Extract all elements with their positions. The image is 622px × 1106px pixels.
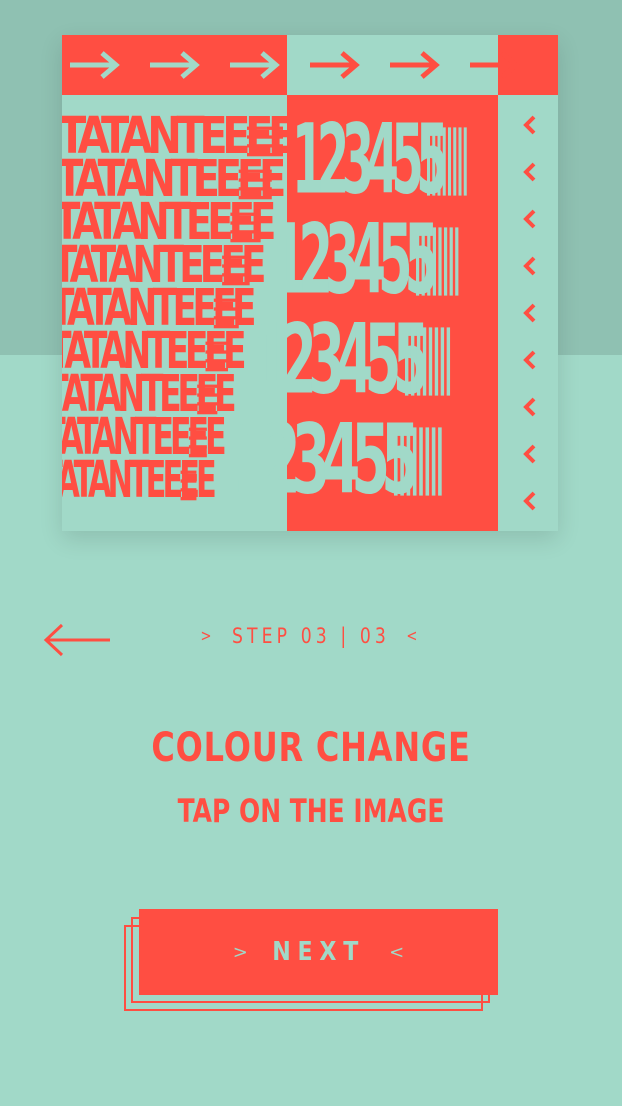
svg-text:123455: 123455 [292,103,446,215]
step-right-chevron: < [406,626,422,645]
art-numbers-row: 123455 [272,205,459,317]
typographic-artwork[interactable]: TATANTEEEE TATANTEEEE TATANTEEEE TATANTEEEE… [62,35,558,531]
art-numbers-row: 123455 [252,304,451,416]
art-numbers-row: 123455 [292,103,467,215]
art-letters-row: TATANTEEEE [62,450,219,509]
step-left-chevron: > [200,626,216,645]
next-button-stack: > NEXT < [124,909,498,1013]
step-indicator: > STEP 03 | 03 < [56,624,566,648]
next-left-chevron: > [232,941,248,963]
svg-text:123455: 123455 [252,304,426,416]
svg-text:123455: 123455 [232,403,417,516]
next-button[interactable]: > NEXT < [139,909,498,995]
next-right-chevron: < [389,941,405,963]
next-button-label: NEXT [272,937,365,967]
svg-text:123455: 123455 [272,205,436,317]
page-subtitle: TAP ON THE IMAGE [177,792,445,830]
step-label: STEP 03 | 03 [232,624,390,648]
art-numbers-row: 123455 [232,403,442,516]
page-title: COLOUR CHANGE [151,725,471,771]
